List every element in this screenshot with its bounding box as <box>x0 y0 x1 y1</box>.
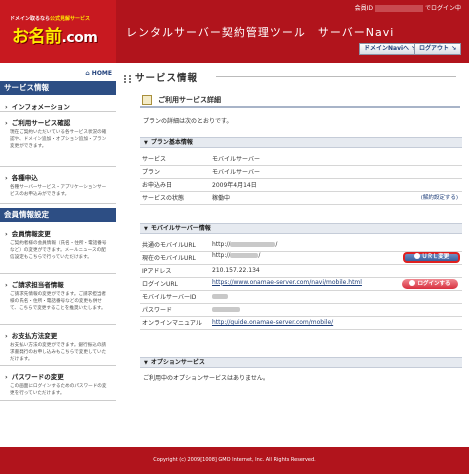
logout-button[interactable]: ログアウト ↘ <box>414 43 462 55</box>
sidebar-item-password[interactable]: パスワードの変更 この画面にログインするためのパスワードの変更を行っていただけま… <box>0 367 116 401</box>
document-icon <box>142 95 152 105</box>
change-url-button[interactable]: ＵＲＬ変更 <box>403 252 460 263</box>
cancel-settings-link[interactable]: (解約設定する) <box>421 193 458 201</box>
table-row: ログインURL https://www.onamae-server.com/nav… <box>140 277 462 291</box>
sidebar: ⌂ HOME サービス情報 インフォメーション ご利用サービス確認 現在ご契約い… <box>0 63 116 447</box>
redacted-value <box>212 307 240 312</box>
table-row: サービス モバイルサーバー <box>140 152 462 166</box>
table-row: パスワード <box>140 303 462 317</box>
option-section-header: ▼ オプションサービス <box>140 357 462 368</box>
sidebar-item-service-check[interactable]: ご利用サービス確認 現在ご契約いただいている各サービス状況の確認や、ドメイン追加… <box>0 113 116 167</box>
login-url-link[interactable]: https://www.onamae-server.com/navi/mobil… <box>212 279 362 286</box>
intro-text: プランの詳細は次のとおりです。 <box>143 118 233 125</box>
onamae-logo[interactable]: ドメイン取るなら公式見解サービス お名前.com <box>0 0 116 63</box>
table-row: IPアドレス 210.157.22.134 <box>140 264 462 278</box>
footer: Copyright (c) 2009[1008] GMO Internet, I… <box>0 447 469 474</box>
logo-tagline: ドメイン取るなら公式見解サービス <box>10 16 91 22</box>
mobile-info-table: 共通のモバイルURL http:/// 現在のモバイルURL http:/// ＵＲＬ… <box>140 238 462 330</box>
login-icon <box>409 279 416 286</box>
sidebar-item-applications[interactable]: 各種申込 各種サーバーサービス・アプリケーションサービスのお申込みができます。 <box>0 168 116 204</box>
table-row: プラン モバイルサーバー <box>140 165 462 179</box>
table-row: サービスの状態 稼働中 (解約設定する) <box>140 191 462 205</box>
sidebar-heading-member: 会員情報設定 <box>0 208 116 222</box>
sidebar-item-member-info[interactable]: 会員情報変更 ご契約者様の会員情報（氏名・住所・電話番号など）の変更ができます。… <box>0 224 116 274</box>
login-button[interactable]: ログインする <box>402 278 458 289</box>
redacted-value <box>230 241 276 247</box>
title-divider <box>216 76 456 77</box>
page-title: サービス情報 <box>124 70 198 84</box>
sidebar-item-billing-contact[interactable]: ご請求担当者情報 ご請求先情報の変更ができます。ご請求担当者様の氏名・住所・電話… <box>0 275 116 325</box>
user-id-redacted <box>374 5 423 12</box>
table-row: 現在のモバイルURL http:/// ＵＲＬ変更 <box>140 251 462 265</box>
header-bar: ドメイン取るなら公式見解サービス お名前.com レンタルサーバー契約管理ツール… <box>0 0 469 63</box>
gear-icon <box>413 253 420 259</box>
table-row: モバイルサーバーID <box>140 290 462 304</box>
home-link[interactable]: ⌂ HOME <box>85 70 112 77</box>
table-row: オンラインマニュアル http://guide.onamae-server.com… <box>140 316 462 330</box>
plan-section-header: ▼ プラン基本情報 <box>140 137 462 148</box>
arrow-icon: ↘ <box>451 45 457 52</box>
home-icon: ⌂ <box>85 70 90 77</box>
option-empty-text: ご利用中のオプションサービスはありません。 <box>143 375 269 382</box>
logo-wordmark: お名前.com <box>12 27 98 47</box>
triangle-down-icon: ▼ <box>144 226 148 232</box>
mobile-section-header: ▼ モバイルサーバー情報 <box>140 223 462 234</box>
panel-title: ご利用サービス詳細 <box>140 94 460 108</box>
triangle-down-icon: ▼ <box>144 140 148 146</box>
app-title: レンタルサーバー契約管理ツール サーバーNavi <box>126 26 395 39</box>
sidebar-heading-service: サービス情報 <box>0 81 116 95</box>
online-manual-link[interactable]: http://guide.onamae-server.com/mobile/ <box>212 319 333 326</box>
sidebar-item-payment-method[interactable]: お支払方法変更 お支払い方法の変更ができます。銀行振込の請求書発行のお申し込みも… <box>0 326 116 366</box>
redacted-value <box>230 253 259 258</box>
title-bullet-icon <box>124 74 131 83</box>
sidebar-item-information[interactable]: インフォメーション <box>0 97 116 112</box>
redacted-value <box>212 294 228 299</box>
table-row: お申込み日 2009年4月14日 <box>140 178 462 192</box>
triangle-down-icon: ▼ <box>144 360 148 366</box>
table-row: 共通のモバイルURL http:/// <box>140 238 462 252</box>
plan-info-table: サービス モバイルサーバー プラン モバイルサーバー お申込み日 2009年4月14日… <box>140 152 462 205</box>
domain-navi-button[interactable]: ドメインNaviへ ↘ <box>359 43 422 55</box>
user-status: 会員ID でログイン中 <box>354 5 461 12</box>
